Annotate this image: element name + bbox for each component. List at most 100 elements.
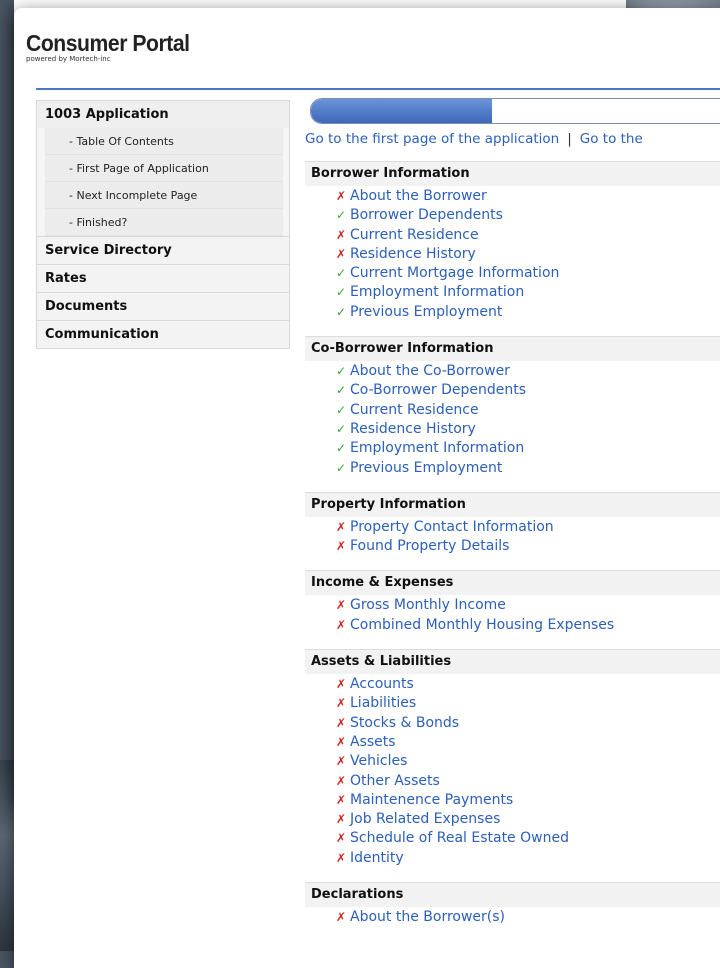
toc-item-link[interactable]: Accounts <box>350 676 414 692</box>
toc-item-link[interactable]: Job Related Expenses <box>350 811 500 827</box>
toc-item[interactable]: ✗ About the Borrower <box>336 187 720 206</box>
toc-item-link[interactable]: Previous Employment <box>350 304 502 320</box>
section-item-list: ✓ About the Co-Borrower ✓ Co-Borrower Depen… <box>305 362 720 478</box>
sidebar-nav: 1003 Application - Table Of Contents - Fir… <box>36 100 290 349</box>
x-mark-icon: ✗ <box>336 812 347 827</box>
brand-subtitle: powered by Mortech-inc <box>26 55 111 63</box>
x-mark-icon: ✗ <box>336 539 347 554</box>
toc-item[interactable]: ✓ Previous Employment <box>336 459 720 478</box>
checkmark-icon: ✓ <box>336 383 347 398</box>
toc-item-link[interactable]: Previous Employment <box>350 460 502 476</box>
section-item-list: ✗ About the Borrower ✓ Borrower Dependents ✗… <box>305 187 720 322</box>
toc-item-link[interactable]: Maintenence Payments <box>350 792 513 808</box>
checkmark-icon: ✓ <box>336 266 347 281</box>
brand-title: Consumer Portal <box>26 30 190 56</box>
sidebar-section-documents[interactable]: Documents <box>36 292 290 320</box>
toc-item[interactable]: ✓ Employment Information <box>336 439 720 458</box>
sidebar-item[interactable]: - Finished? <box>36 209 290 236</box>
toc-item[interactable]: ✗ Maintenence Payments <box>336 791 720 810</box>
toc-item[interactable]: ✗ Current Residence <box>336 226 720 245</box>
sidebar-item[interactable]: - First Page of Application <box>36 155 290 182</box>
sidebar-item[interactable]: - Table Of Contents <box>36 128 290 155</box>
next-link[interactable]: Go to the <box>580 131 643 147</box>
toc-item-link[interactable]: Property Contact Information <box>350 519 554 535</box>
toc-item[interactable]: ✗ Property Contact Information <box>336 518 720 537</box>
toc-item[interactable]: ✗ Vehicles <box>336 752 720 771</box>
checkmark-icon: ✓ <box>336 285 347 300</box>
x-mark-icon: ✗ <box>336 792 347 807</box>
x-mark-icon: ✗ <box>336 773 347 788</box>
toc-item[interactable]: ✗ Other Assets <box>336 772 720 791</box>
toc-item[interactable]: ✓ Co-Borrower Dependents <box>336 381 720 400</box>
toc-item-link[interactable]: Employment Information <box>350 440 524 456</box>
x-mark-icon: ✗ <box>336 910 347 925</box>
checkmark-icon: ✓ <box>336 304 347 319</box>
toc-item[interactable]: ✗ Found Property Details <box>336 537 720 556</box>
toc-item-link[interactable]: Current Mortgage Information <box>350 265 559 281</box>
toc-item-link[interactable]: About the Borrower(s) <box>350 909 505 925</box>
sidebar-item-label: - Finished? <box>45 209 283 236</box>
toc-item[interactable]: ✗ Job Related Expenses <box>336 810 720 829</box>
toc-section: Assets & Liabilities ✗ Accounts ✗ Liabilitie… <box>305 649 720 868</box>
toc-item[interactable]: ✓ About the Co-Borrower <box>336 362 720 381</box>
toc-item-link[interactable]: About the Borrower <box>350 188 487 204</box>
sidebar-section-service-directory[interactable]: Service Directory <box>36 236 290 264</box>
toc-item[interactable]: ✓ Previous Employment <box>336 303 720 322</box>
toc-item-link[interactable]: Combined Monthly Housing Expenses <box>350 617 614 633</box>
toc-item[interactable]: ✗ About the Borrower(s) <box>336 908 720 927</box>
toc-item-link[interactable]: Current Residence <box>350 227 479 243</box>
toc-item[interactable]: ✓ Current Mortgage Information <box>336 264 720 283</box>
sidebar-item-label: - Table Of Contents <box>45 128 283 155</box>
toc-item-link[interactable]: Current Residence <box>350 402 479 418</box>
section-heading: Co-Borrower Information <box>305 336 720 362</box>
toc-item-link[interactable]: Borrower Dependents <box>350 207 503 223</box>
toc-item-link[interactable]: Co-Borrower Dependents <box>350 382 526 398</box>
toc-item-link[interactable]: Residence History <box>350 421 476 437</box>
sidebar-section-1003-application[interactable]: 1003 Application <box>36 100 290 128</box>
section-heading: Property Information <box>305 491 720 517</box>
toc-item[interactable]: ✗ Gross Monthly Income <box>336 596 720 615</box>
toc-item-link[interactable]: Identity <box>350 850 404 866</box>
first-page-link[interactable]: Go to the first page of the application <box>305 131 559 147</box>
toc-item[interactable]: ✗ Identity <box>336 849 720 868</box>
sidebar-section-communication[interactable]: Communication <box>36 320 290 349</box>
toc-item[interactable]: ✗ Stocks & Bonds <box>336 714 720 733</box>
toc-item[interactable]: ✗ Accounts <box>336 675 720 694</box>
toc-section: Income & Expenses ✗ Gross Monthly Income ✗ C… <box>305 570 720 635</box>
section-item-list: ✗ Gross Monthly Income ✗ Combined Monthly H… <box>305 596 720 635</box>
toc-item-link[interactable]: Found Property Details <box>350 538 509 554</box>
toc-item[interactable]: ✓ Borrower Dependents <box>336 206 720 225</box>
toc-section: Co-Borrower Information ✓ About the Co-Bor… <box>305 336 720 478</box>
toc-item[interactable]: ✗ Combined Monthly Housing Expenses <box>336 616 720 635</box>
toc-section: Declarations ✗ About the Borrower(s) <box>305 882 720 927</box>
toc-item-link[interactable]: Assets <box>350 734 396 750</box>
toc-item-link[interactable]: Employment Information <box>350 284 524 300</box>
toc-item-link[interactable]: Other Assets <box>350 773 440 789</box>
checkmark-icon: ✓ <box>336 208 347 223</box>
sidebar-item[interactable]: - Next Incomplete Page <box>36 182 290 209</box>
x-mark-icon: ✗ <box>336 227 347 242</box>
application-progress-bar <box>310 98 720 124</box>
toc-item[interactable]: ✗ Assets <box>336 733 720 752</box>
sidebar-section-rates[interactable]: Rates <box>36 264 290 292</box>
toc-item-link[interactable]: Stocks & Bonds <box>350 715 459 731</box>
toc-item-link[interactable]: Residence History <box>350 246 476 262</box>
toc-item-link[interactable]: Gross Monthly Income <box>350 597 506 613</box>
toc-item-link[interactable]: Liabilities <box>350 695 416 711</box>
toc-item-link[interactable]: About the Co-Borrower <box>350 363 510 379</box>
toc-item[interactable]: ✗ Liabilities <box>336 694 720 713</box>
toc-item[interactable]: ✓ Residence History <box>336 420 720 439</box>
toc-section: Borrower Information ✗ About the Borrower ✓… <box>305 161 720 322</box>
nav-separator: | <box>567 131 572 147</box>
progress-fill <box>311 99 492 123</box>
toc-item[interactable]: ✗ Residence History <box>336 245 720 264</box>
x-mark-icon: ✗ <box>336 617 347 632</box>
x-mark-icon: ✗ <box>336 598 347 613</box>
toc-item[interactable]: ✗ Schedule of Real Estate Owned <box>336 829 720 848</box>
toc-item-link[interactable]: Schedule of Real Estate Owned <box>350 830 569 846</box>
toc-item-link[interactable]: Vehicles <box>350 753 407 769</box>
x-mark-icon: ✗ <box>336 189 347 203</box>
toc-item[interactable]: ✓ Current Residence <box>336 401 720 420</box>
toc-item[interactable]: ✓ Employment Information <box>336 283 720 302</box>
header-divider <box>36 88 720 90</box>
